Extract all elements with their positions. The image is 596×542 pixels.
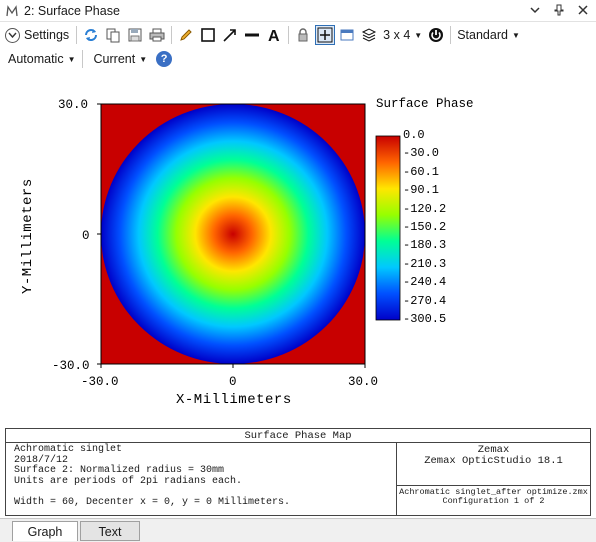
style-dropdown[interactable]: Standard ▼ [454, 28, 523, 42]
colorbar-title: Surface Phase [376, 97, 474, 111]
y-tick-label: -30.0 [52, 359, 90, 373]
caret-down-icon: ▼ [414, 30, 423, 40]
svg-text:A: A [268, 28, 280, 43]
toolbar-secondary: Automatic ▼ Current ▼ ? [0, 48, 596, 70]
line-icon[interactable] [242, 25, 262, 45]
zemax-analysis-icon [6, 4, 18, 16]
close-icon[interactable] [576, 2, 590, 18]
colorbar-label: -30.0 [403, 146, 440, 161]
pencil-icon[interactable] [176, 25, 196, 45]
layout-value: 3 x 4 [383, 28, 411, 42]
y-tick-label: 0 [82, 229, 90, 243]
x-tick-label: -30.0 [81, 375, 119, 389]
colorbar-label: -270.4 [403, 293, 447, 308]
caret-down-icon: ▼ [67, 54, 76, 64]
tab-graph[interactable]: Graph [12, 521, 78, 541]
phase-disk [101, 104, 365, 364]
info-line: Units are periods of 2pi radians each. [14, 475, 243, 487]
title-bar: 2: Surface Phase [0, 0, 596, 22]
scale-value: Automatic [8, 52, 64, 66]
tab-bar: Graph Text [0, 518, 596, 542]
info-file-box: Achromatic singlet_after optimize.zmx Co… [396, 486, 590, 515]
colorbar [375, 135, 401, 321]
settings-button[interactable]: Settings [5, 24, 73, 46]
config-value: Current [93, 52, 136, 66]
copy-icon[interactable] [103, 25, 123, 45]
info-line: Achromatic singlet [14, 444, 123, 455]
settings-label: Settings [24, 28, 70, 42]
plot-area: 30.0 0 -30.0 -30.0 0 30.0 X-Millimeters … [0, 72, 596, 426]
colorbar-label: -120.2 [403, 201, 447, 216]
layers-icon[interactable] [359, 25, 379, 45]
config-dropdown[interactable]: Current ▼ [91, 52, 151, 66]
pin-icon[interactable] [552, 2, 566, 18]
colorbar-label: -60.1 [403, 164, 440, 179]
colorbar-label: -90.1 [403, 183, 440, 198]
toolbar-separator [81, 50, 83, 68]
colorbar-label: -240.4 [403, 275, 447, 290]
zoom-fit-icon[interactable] [315, 25, 336, 45]
x-axis-title: X-Millimeters [176, 392, 292, 408]
chevron-down-icon [5, 27, 20, 43]
window-icon[interactable] [337, 25, 357, 45]
info-company-box: Zemax Zemax OpticStudio 18.1 [396, 443, 590, 486]
colorbar-label: -180.3 [403, 238, 447, 253]
x-tick-label: 30.0 [348, 375, 379, 389]
y-axis-title: Y-Millimeters [20, 178, 36, 294]
colorbar-label: -300.5 [403, 312, 447, 326]
layout-dropdown[interactable]: 3 x 4 ▼ [380, 28, 425, 42]
print-icon[interactable] [147, 25, 167, 45]
x-tick-label: 0 [229, 375, 237, 389]
y-tick-label: 30.0 [58, 98, 89, 112]
scale-dropdown[interactable]: Automatic ▼ [5, 52, 79, 66]
help-icon[interactable]: ? [156, 51, 173, 67]
info-config: Configuration 1 of 2 [442, 496, 545, 506]
save-icon[interactable] [125, 25, 145, 45]
info-description: Achromatic singlet 2018/7/12 Surface 2: … [14, 444, 291, 508]
toolbar-main: Settings A 3 x 4 ▼ Standard ▼ [0, 23, 596, 47]
info-header: Surface Phase Map [6, 429, 590, 443]
refresh-icon[interactable] [81, 25, 101, 45]
toolbar-separator [288, 26, 290, 44]
window-title: 2: Surface Phase [24, 3, 120, 18]
colorbar-label: 0.0 [403, 128, 425, 142]
toolbar-separator [450, 26, 452, 44]
caret-down-icon: ▼ [139, 54, 148, 64]
rectangle-icon[interactable] [198, 25, 218, 45]
info-line [14, 487, 290, 498]
chevron-down-icon[interactable] [528, 2, 542, 18]
info-product: Zemax OpticStudio 18.1 [424, 455, 563, 467]
toolbar-separator [76, 26, 78, 44]
colorbar-label: -150.2 [403, 220, 447, 234]
info-line: Width = 60, Decenter x = 0, y = 0 Millim… [14, 496, 291, 508]
arrow-icon[interactable] [220, 25, 240, 45]
colorbar-label: -210.3 [403, 256, 447, 271]
info-box: Surface Phase Map Achromatic singlet 201… [5, 428, 591, 516]
toolbar-separator [171, 26, 173, 44]
power-icon[interactable] [426, 25, 446, 45]
text-icon[interactable]: A [264, 25, 284, 45]
style-value: Standard [457, 28, 508, 42]
tab-text[interactable]: Text [80, 521, 140, 541]
lock-icon[interactable] [293, 25, 313, 45]
caret-down-icon: ▼ [511, 30, 520, 40]
info-line: Surface 2: Normalized radius = 30mm [14, 465, 225, 476]
